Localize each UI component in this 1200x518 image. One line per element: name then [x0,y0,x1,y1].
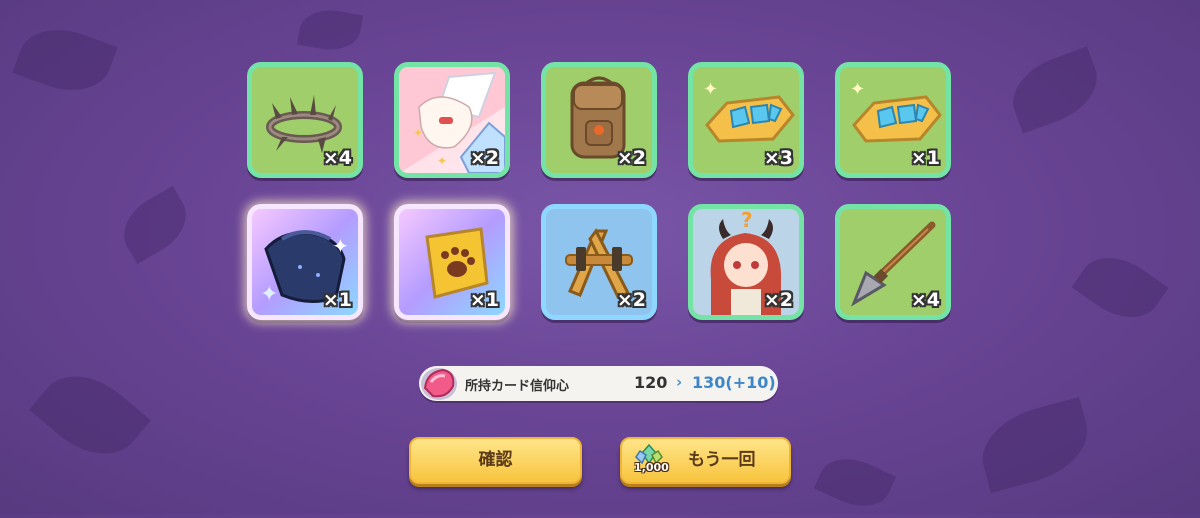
quantity-label: ×1 [469,289,499,311]
confirm-button-label: 確認 [478,450,513,470]
reward-paw-badge[interactable]: ×1 [394,204,510,320]
reward-dark-cloak[interactable]: ✦ ✦ ×1 [247,204,363,320]
pull-again-label: もう一回 [688,450,756,470]
quantity-label: ×2 [469,147,499,169]
reward-leather-backpack[interactable]: ×2 [541,62,657,178]
pull-again-button[interactable]: 1,000 もう一回 [620,437,791,484]
faith-arrow: › [676,373,683,391]
quantity-label: ×2 [763,289,793,311]
pull-again-cost: 1,000 [634,461,669,474]
svg-text:✦: ✦ [703,79,718,100]
reward-strap-harness[interactable]: ×2 [541,204,657,320]
quantity-label: ×2 [616,147,646,169]
svg-text:✦: ✦ [850,79,865,100]
confirm-button[interactable]: 確認 [409,437,582,484]
quantity-label: ×1 [322,289,352,311]
quantity-label: ×1 [910,147,940,169]
reward-thorn-crown[interactable]: ×4 [247,62,363,178]
quantity-label: ×4 [322,147,352,169]
reward-golden-bracer[interactable]: ✦ ×1 [835,62,951,178]
faith-current: 120 [634,373,668,392]
svg-text:✦: ✦ [332,234,349,258]
faith-bar: 所持カード信仰心 120 › 130(+10) [419,366,778,401]
reward-golden-bracer[interactable]: ✦ ×3 [688,62,804,178]
reward-memory-fragment[interactable]: ✦ ✦ ×2 [394,62,510,178]
pink-gem-icon [421,368,457,400]
svg-text:✦: ✦ [437,154,447,168]
svg-text:✦: ✦ [260,282,278,307]
svg-text:?: ? [741,209,753,232]
quantity-label: ×2 [616,289,646,311]
quantity-label: ×3 [763,147,793,169]
reward-grid: ×4 ✦ ✦ ×2 ×2 ✦ ×3 ✦ ×1 ✦ ✦ ×1 ×1 ×2 ? ×2… [247,62,953,322]
svg-text:✦: ✦ [413,126,423,140]
quantity-label: ×4 [910,289,940,311]
faith-next: 130(+10) [692,373,776,392]
reward-character-memory-piece[interactable]: ? ×2 [688,204,804,320]
reward-spear-head[interactable]: ×4 [835,204,951,320]
faith-label: 所持カード信仰心 [465,379,570,394]
